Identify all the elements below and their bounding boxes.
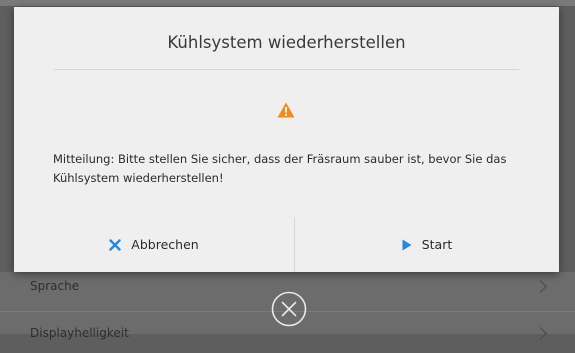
start-button[interactable]: Start bbox=[295, 217, 559, 272]
dialog-actions: Abbrechen Start bbox=[14, 217, 559, 272]
cancel-button-label: Abbrechen bbox=[131, 237, 199, 252]
play-icon bbox=[402, 239, 412, 251]
restore-cooling-dialog: Kühlsystem wiederherstellen Mitteilung: … bbox=[14, 7, 559, 272]
dialog-message: Mitteilung: Bitte stellen Sie sicher, da… bbox=[53, 152, 507, 185]
list-item-label: Displayhelligkeit bbox=[30, 326, 129, 340]
start-button-label: Start bbox=[421, 237, 453, 252]
close-x-icon bbox=[109, 238, 121, 251]
close-circle-icon bbox=[271, 291, 307, 327]
background-top-strip bbox=[0, 0, 575, 6]
dialog-title: Kühlsystem wiederherstellen bbox=[167, 33, 406, 52]
title-divider bbox=[54, 69, 519, 70]
warning-icon bbox=[277, 102, 295, 118]
list-item-label: Sprache bbox=[30, 279, 80, 293]
cancel-button[interactable]: Abbrechen bbox=[14, 217, 294, 272]
chevron-right-icon bbox=[534, 280, 547, 293]
close-circle-button[interactable] bbox=[270, 290, 308, 328]
